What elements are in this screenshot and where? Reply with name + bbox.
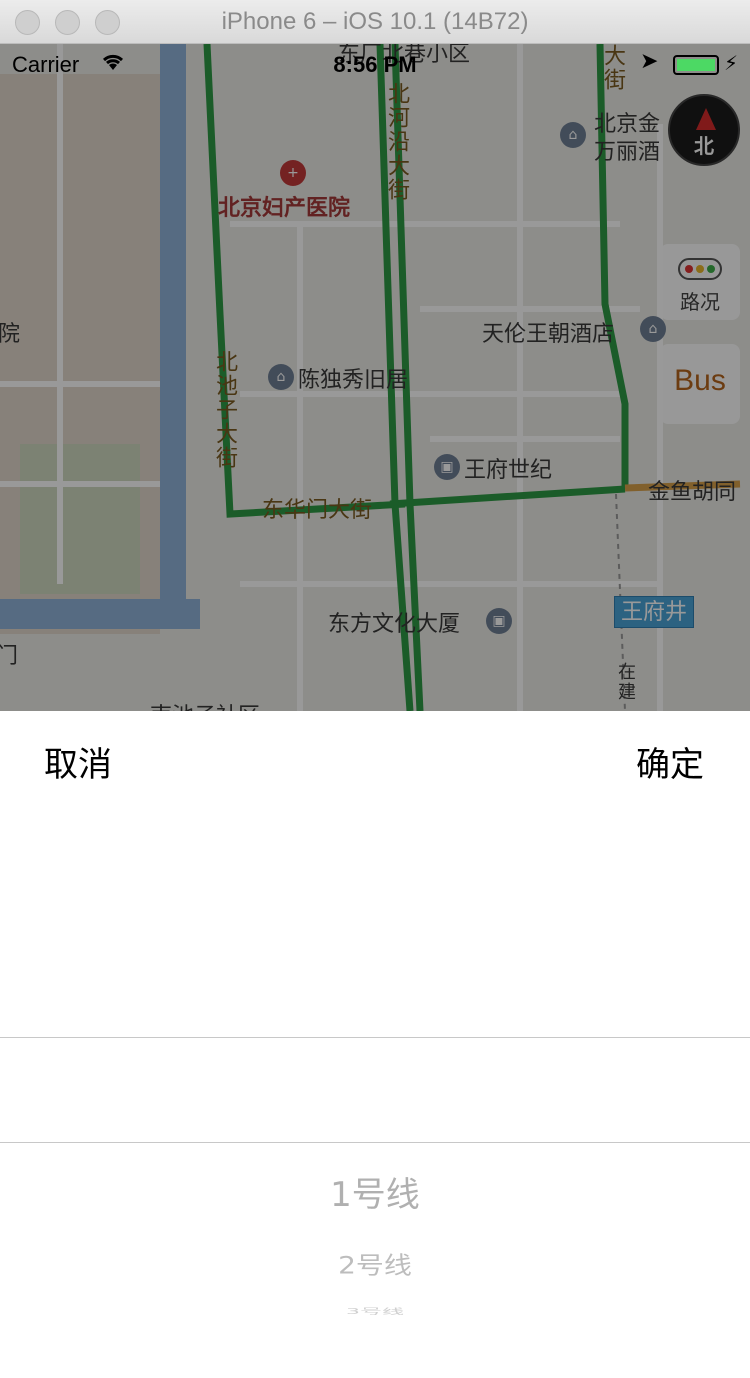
map-label-jinyu-hutong: 金鱼胡同 [648, 480, 737, 505]
map-label-under-construction: 在建 [615, 662, 636, 702]
battery-icon [673, 55, 719, 75]
landmark-icon: ⌂ [268, 364, 294, 390]
charging-bolt-icon: ⚡ [724, 51, 739, 75]
map-label-beiheyan: 北河沿大街 [384, 82, 409, 202]
status-time: 8:56 PM [333, 52, 417, 77]
map-label-left-partial-1: 院 [0, 322, 21, 347]
window-title: iPhone 6 – iOS 10.1 (14B72) [221, 8, 529, 35]
confirm-button[interactable]: 确定 [636, 737, 704, 786]
map-label-wangfu-century: 王府世纪 [464, 458, 553, 483]
picker-option[interactable]: 1号线 [0, 1167, 750, 1216]
map-label-beichizi: 北池子大街 [212, 350, 237, 470]
status-bar: Carrier 8:56 PM ➤ ⚡ [0, 44, 750, 84]
bus-button[interactable]: Bus [660, 344, 740, 424]
picker-selection-bottom-line [0, 1142, 750, 1143]
location-arrow-icon: ➤ [640, 49, 659, 74]
simulator-title-bar: iPhone 6 – iOS 10.1 (14B72) [0, 0, 750, 44]
map-label-bottom-partial: 南池子社区 [150, 698, 260, 711]
building-icon: ▣ [486, 608, 512, 634]
traffic-button-label: 路况 [680, 290, 720, 314]
compass-button[interactable]: 北 [668, 94, 740, 166]
traffic-light-icon [678, 258, 722, 280]
map-label-hospital: 北京妇产医院 [218, 196, 351, 221]
metro-station-label[interactable]: 王府井 [614, 596, 695, 628]
traffic-button[interactable]: 路况 [660, 244, 740, 320]
map-label-chen-duxiu: 陈独秀旧居 [298, 368, 409, 393]
picker-selection-top-line [0, 1037, 750, 1038]
bus-button-label: Bus [674, 364, 726, 397]
hotel-icon: ⌂ [640, 316, 666, 342]
map-label-hotel-2: 万丽酒 [594, 140, 661, 165]
map-label-hotel-dynasty: 天伦王朝酒店 [482, 322, 615, 347]
compass-north-label: 北 [694, 134, 714, 158]
map-label-dongfang-building: 东方文化大厦 [328, 612, 461, 637]
cancel-button[interactable]: 取消 [44, 737, 112, 786]
picker-option[interactable]: 3号线 [0, 1305, 750, 1317]
hospital-icon: + [280, 160, 306, 186]
line-picker-sheet: 取消 确定 1号线 2号线 3号线 [0, 711, 750, 1378]
picker-option[interactable]: 2号线 [0, 1247, 750, 1281]
hotel-icon: ⌂ [560, 122, 586, 148]
compass-needle-icon [696, 108, 716, 130]
map-label-left-partial-2: 门 [0, 644, 19, 669]
mall-icon: ▣ [434, 454, 460, 480]
map-label-donghuamen: 东华门大街 [262, 498, 373, 523]
map-view[interactable]: 东厂北巷小区 北河沿大街 大街 ⌂ 北京金 万丽酒 + 北京妇产医院 天伦王朝酒… [0, 44, 750, 711]
